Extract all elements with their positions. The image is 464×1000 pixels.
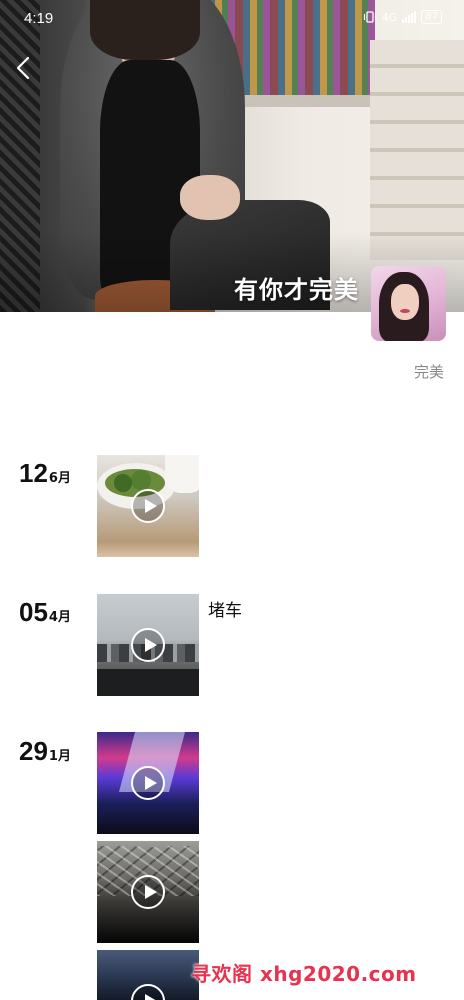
battery-icon: 87 (421, 10, 442, 24)
video-thumbnail[interactable] (97, 732, 199, 834)
watermark: 寻欢阁 xhg2020.com (191, 962, 417, 986)
entry-date: 05 4月 (19, 597, 71, 628)
play-icon (131, 766, 165, 800)
thumb-bowl (165, 455, 199, 493)
signal-icon (402, 11, 417, 23)
status-time: 4:19 (24, 10, 54, 27)
avatar[interactable] (371, 266, 446, 341)
date-month: 6月 (48, 471, 71, 486)
profile-name: 完美 (413, 363, 444, 381)
avatar-lips (400, 309, 410, 313)
back-button[interactable] (12, 54, 36, 82)
vibrate-icon (363, 11, 376, 23)
date-day: 12 (19, 458, 48, 488)
date-month: 1月 (48, 749, 71, 764)
play-icon (131, 489, 165, 523)
date-day: 05 (19, 597, 48, 627)
play-icon (131, 875, 165, 909)
entry-caption[interactable]: 堵车 (208, 596, 242, 621)
play-icon (131, 628, 165, 662)
avatar-face (391, 284, 419, 320)
network-type: 4G (381, 10, 398, 24)
entry-date: 12 6月 (19, 458, 71, 489)
cover-person-hands (180, 175, 240, 220)
status-icons: 4G 87 (363, 10, 442, 24)
date-day: 29 (19, 736, 48, 766)
entry-date: 29 1月 (19, 736, 71, 767)
cover-title: 有你才完美 (234, 276, 359, 304)
date-month: 4月 (48, 610, 71, 625)
play-icon (131, 984, 165, 1000)
video-thumbnail[interactable] (97, 841, 199, 943)
video-thumbnail[interactable] (97, 594, 199, 696)
cover-display-shelf (370, 40, 464, 260)
video-thumbnail[interactable] (97, 455, 199, 557)
thumb-dashboard (97, 669, 199, 696)
video-thumbnail[interactable] (97, 950, 199, 1000)
chevron-left-icon (16, 56, 30, 80)
status-bar: 4:19 4G 87 (0, 0, 464, 38)
